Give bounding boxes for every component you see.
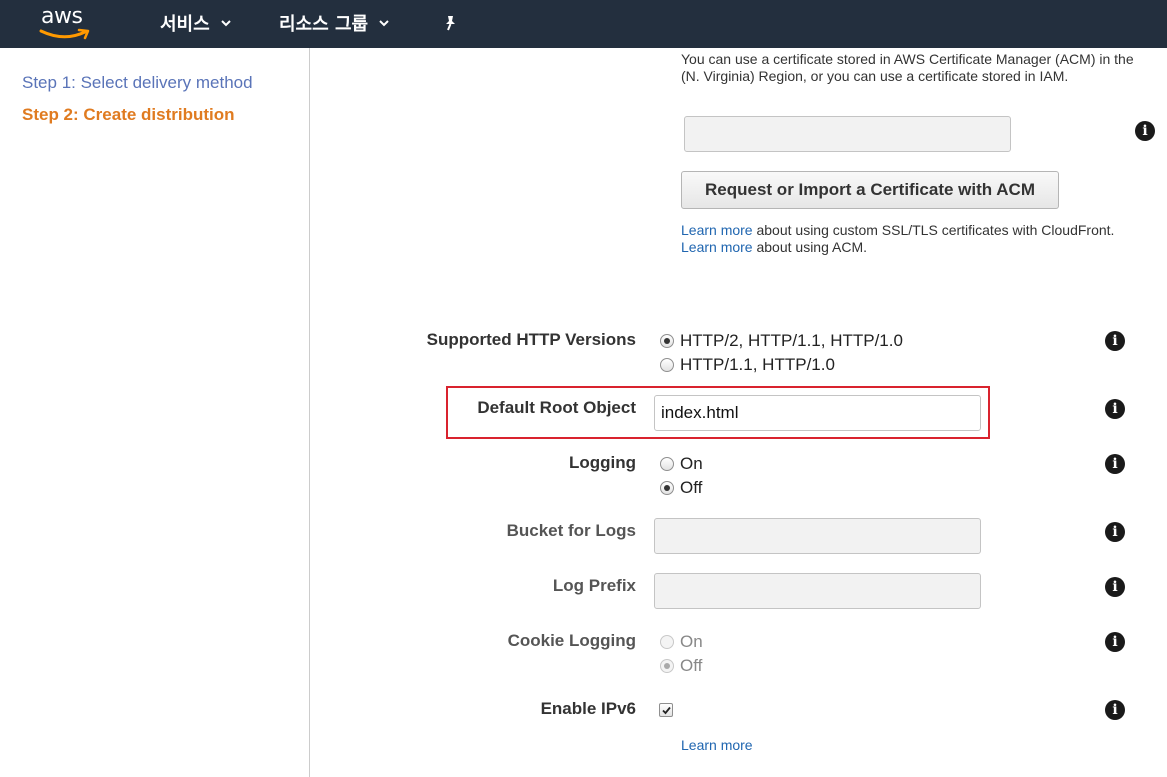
default-root-object-info-icon[interactable]: i bbox=[1105, 399, 1125, 419]
learn-more-ssl-line: Learn more about using custom SSL/TLS ce… bbox=[681, 222, 1114, 238]
sidebar-step-create-distribution[interactable]: Step 2: Create distribution bbox=[22, 105, 235, 125]
pin-icon[interactable] bbox=[441, 14, 459, 32]
default-root-object-label: Default Root Object bbox=[477, 398, 636, 417]
enable-ipv6-checkbox[interactable] bbox=[659, 703, 673, 717]
certificate-note-line-2: (N. Virginia) Region, or you can use a c… bbox=[681, 68, 1069, 84]
radio-disabled bbox=[660, 635, 674, 649]
radio-unselected[interactable] bbox=[660, 358, 674, 372]
log-prefix-input[interactable] bbox=[654, 573, 981, 609]
learn-more-acm-text: about using ACM. bbox=[752, 239, 867, 255]
logging-on-label: On bbox=[680, 454, 703, 473]
request-import-certificate-button[interactable]: Request or Import a Certificate with ACM bbox=[681, 171, 1059, 209]
sidebar-step-select-delivery[interactable]: Step 1: Select delivery method bbox=[22, 73, 253, 93]
http11-radio[interactable]: HTTP/1.1, HTTP/1.0 bbox=[660, 355, 835, 375]
certificate-info-icon[interactable]: i bbox=[1135, 121, 1155, 141]
aws-logo[interactable]: aws bbox=[38, 4, 98, 42]
cookie-logging-label: Cookie Logging bbox=[507, 631, 636, 650]
chevron-down-icon bbox=[220, 20, 231, 27]
http11-radio-label: HTTP/1.1, HTTP/1.0 bbox=[680, 355, 835, 374]
certificate-note-line-1: You can use a certificate stored in AWS … bbox=[681, 51, 1134, 67]
chevron-down-icon bbox=[379, 20, 389, 27]
radio-selected[interactable] bbox=[660, 481, 674, 495]
cookie-logging-info-icon[interactable]: i bbox=[1105, 632, 1125, 652]
radio-unselected[interactable] bbox=[660, 457, 674, 471]
cookie-logging-off-label: Off bbox=[680, 656, 703, 675]
cookie-logging-on-radio: On bbox=[660, 632, 703, 652]
learn-more-ipv6-link[interactable]: Learn more bbox=[681, 737, 753, 753]
log-prefix-label: Log Prefix bbox=[552, 576, 636, 595]
certificate-select[interactable] bbox=[684, 116, 1011, 152]
logging-label: Logging bbox=[568, 453, 636, 472]
learn-more-acm-link[interactable]: Learn more bbox=[681, 239, 753, 255]
default-root-object-input[interactable]: index.html bbox=[654, 395, 981, 431]
cookie-logging-off-radio: Off bbox=[660, 656, 702, 676]
radio-disabled-selected bbox=[660, 659, 674, 673]
learn-more-ssl-link[interactable]: Learn more bbox=[681, 222, 753, 238]
http2-radio[interactable]: HTTP/2, HTTP/1.1, HTTP/1.0 bbox=[660, 331, 903, 351]
logging-info-icon[interactable]: i bbox=[1105, 454, 1125, 474]
bucket-for-logs-input[interactable] bbox=[654, 518, 981, 554]
logging-off-radio[interactable]: Off bbox=[660, 478, 702, 498]
sidebar-divider bbox=[309, 48, 310, 777]
bucket-for-logs-label: Bucket for Logs bbox=[506, 521, 636, 540]
learn-more-ssl-text: about using custom SSL/TLS certificates … bbox=[752, 222, 1115, 238]
http-versions-label: Supported HTTP Versions bbox=[426, 330, 636, 349]
log-prefix-info-icon[interactable]: i bbox=[1105, 577, 1125, 597]
enable-ipv6-info-icon[interactable]: i bbox=[1105, 700, 1125, 720]
http-versions-info-icon[interactable]: i bbox=[1105, 331, 1125, 351]
certificate-note: You can use a certificate stored in AWS … bbox=[681, 51, 1167, 85]
resource-groups-menu-label: 리소스 그룹 bbox=[279, 14, 369, 35]
top-nav-bar: aws 서비스 리소스 그룹 bbox=[0, 0, 1167, 48]
services-menu-label: 서비스 bbox=[160, 14, 210, 35]
services-menu[interactable]: 서비스 bbox=[160, 10, 232, 36]
radio-selected[interactable] bbox=[660, 334, 674, 348]
aws-smile-icon bbox=[39, 28, 90, 40]
cookie-logging-on-label: On bbox=[680, 632, 703, 651]
checkmark-icon bbox=[662, 706, 671, 715]
logging-off-label: Off bbox=[680, 478, 703, 497]
learn-more-acm-line: Learn more about using ACM. bbox=[681, 239, 867, 255]
logging-on-radio[interactable]: On bbox=[660, 454, 703, 474]
resource-groups-menu[interactable]: 리소스 그룹 bbox=[279, 10, 390, 36]
bucket-for-logs-info-icon[interactable]: i bbox=[1105, 522, 1125, 542]
http2-radio-label: HTTP/2, HTTP/1.1, HTTP/1.0 bbox=[680, 331, 903, 350]
enable-ipv6-label: Enable IPv6 bbox=[540, 699, 636, 718]
